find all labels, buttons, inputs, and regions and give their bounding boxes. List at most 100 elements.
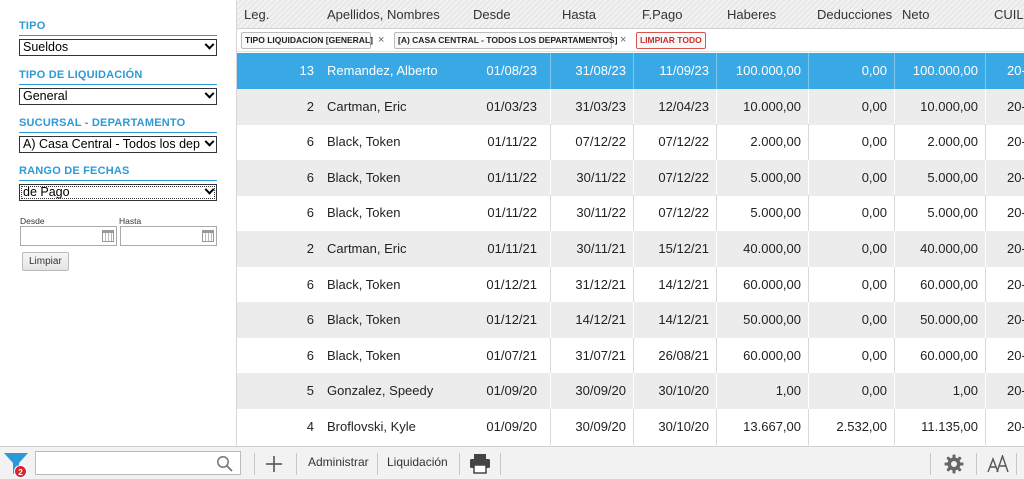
cell-name: Black, Token <box>327 134 401 150</box>
cell-leg: 6 <box>306 134 314 150</box>
date-to-label: Hasta <box>119 216 142 226</box>
tipo-liquidacion-select-value: General <box>23 89 68 103</box>
cell-haberes: 1,00 <box>775 383 801 399</box>
cell-fpago: 07/12/22 <box>658 169 709 185</box>
liquidacion-button[interactable]: Liquidación <box>387 455 448 469</box>
cell-name: Cartman, Eric <box>327 98 407 114</box>
cell-hasta: 30/11/21 <box>576 241 626 256</box>
cell-name: Broflovski, Kyle <box>327 419 416 434</box>
filter-toggle-button[interactable]: 2 <box>3 451 31 478</box>
table-row[interactable]: 5 Gonzalez, Speedy 01/09/20 30/09/20 30/10/2… <box>237 373 1024 410</box>
column-header-neto[interactable]: Neto <box>902 7 929 22</box>
cell-neto: 50.000,00 <box>920 312 978 328</box>
cell-deducciones: 0,00 <box>861 383 887 399</box>
column-separator <box>985 373 986 410</box>
close-icon[interactable]: × <box>620 34 626 46</box>
cell-desde: 01/03/23 <box>486 98 537 114</box>
column-header-desde[interactable]: Desde <box>473 7 511 22</box>
cell-name: Black, Token <box>327 205 401 221</box>
cell-haberes: 13.667,00 <box>743 419 801 434</box>
column-header-cuil[interactable]: CUIL <box>994 7 1024 22</box>
chevron-down-icon <box>204 185 215 195</box>
table-row[interactable]: 4 Broflovski, Kyle 01/09/20 30/09/20 30/10/2… <box>237 409 1024 445</box>
printer-icon[interactable] <box>469 453 491 474</box>
tipo-select[interactable]: Sueldos <box>19 39 217 56</box>
toolbar-separator <box>500 453 501 475</box>
cell-cuil: 20- <box>1007 419 1024 434</box>
sucursal-select[interactable]: A) Casa Central - Todos los dep <box>19 136 217 153</box>
column-separator <box>985 53 986 89</box>
cell-neto: 2.000,00 <box>927 134 978 150</box>
cell-haberes: 50.000,00 <box>743 312 801 328</box>
search-icon[interactable] <box>216 455 234 473</box>
column-separator <box>985 266 986 303</box>
cell-neto: 60.000,00 <box>920 347 978 363</box>
column-header-leg[interactable]: Leg. <box>244 7 269 22</box>
table-row[interactable]: 13 Remandez, Alberto 01/08/23 31/08/23 11/09… <box>237 53 1024 89</box>
column-header-hasta[interactable]: Hasta <box>562 7 596 22</box>
table-row[interactable]: 6 Black, Token 01/12/21 14/12/21 14/12/21 50.… <box>237 302 1024 339</box>
cell-hasta: 30/09/20 <box>575 383 626 399</box>
cell-name: Black, Token <box>327 276 401 292</box>
date-to-input[interactable] <box>120 226 217 246</box>
cell-cuil: 20- <box>1007 241 1024 256</box>
column-header-nombre[interactable]: Apellidos, Nombres <box>327 7 440 22</box>
cell-cuil: 20- <box>1007 98 1024 114</box>
column-header-fpago[interactable]: F.Pago <box>642 7 682 22</box>
table-row[interactable]: 6 Black, Token 01/11/22 30/11/22 07/12/22 5.0… <box>237 159 1024 196</box>
cell-name: Black, Token <box>327 347 401 363</box>
column-separator <box>985 88 986 125</box>
filter-title-rango-fechas: RANGO DE FECHAS <box>19 165 217 181</box>
tipo-select-value: Sueldos <box>23 40 69 54</box>
cell-neto: 60.000,00 <box>920 276 978 292</box>
cell-cuil: 20- <box>1007 383 1024 399</box>
column-header-haberes[interactable]: Haberes <box>727 7 776 22</box>
table-row[interactable]: 6 Black, Token 01/11/22 30/11/22 07/12/22 5.0… <box>237 195 1024 232</box>
cell-deducciones: 0,00 <box>861 347 887 363</box>
date-from-input[interactable] <box>20 226 117 246</box>
gear-icon[interactable] <box>944 454 964 474</box>
filter-tipo: TIPO Sueldos <box>19 20 217 56</box>
calendar-icon[interactable] <box>102 230 114 242</box>
cell-haberes: 2.000,00 <box>750 134 801 150</box>
cell-cuil: 20- <box>1007 312 1024 328</box>
cell-desde: 01/12/21 <box>486 312 537 328</box>
cell-cuil: 20- <box>1007 169 1024 185</box>
cell-hasta: 30/11/22 <box>576 169 626 185</box>
table-row[interactable]: 6 Black, Token 01/11/22 07/12/22 07/12/22 2.0… <box>237 124 1024 161</box>
filter-title-sucursal: SUCURSAL - DEPARTAMENTO <box>19 117 217 133</box>
calendar-icon[interactable] <box>202 230 214 242</box>
cell-desde: 01/11/22 <box>487 169 537 185</box>
administrar-button[interactable]: Administrar <box>308 455 369 469</box>
toolbar-separator <box>459 453 460 475</box>
cell-leg: 4 <box>306 419 314 434</box>
clear-filters-button[interactable]: Limpiar <box>22 252 69 271</box>
rango-fechas-select[interactable]: de Pago <box>19 184 217 201</box>
table-row[interactable]: 2 Cartman, Eric 01/11/21 30/11/21 15/12/21 40… <box>237 231 1024 267</box>
cell-desde: 01/09/20 <box>486 383 537 399</box>
tipo-liquidacion-select[interactable]: General <box>19 88 217 105</box>
close-icon[interactable]: × <box>378 34 384 46</box>
font-size-icon[interactable] <box>987 455 1009 473</box>
column-header-deducciones[interactable]: Deducciones <box>817 7 901 22</box>
table-row[interactable]: 6 Black, Token 01/07/21 31/07/21 26/08/21 60.… <box>237 337 1024 374</box>
cell-haberes: 5.000,00 <box>750 169 801 185</box>
plus-icon[interactable] <box>265 455 283 473</box>
bottom-toolbar: 2 Administrar Liquidación <box>0 446 1024 479</box>
cell-name: Gonzalez, Speedy <box>327 383 434 399</box>
search-input[interactable] <box>35 451 241 475</box>
cell-fpago: 14/12/21 <box>658 312 709 328</box>
cell-name: Black, Token <box>327 169 401 185</box>
toolbar-separator <box>254 453 255 475</box>
table-row[interactable]: 2 Cartman, Eric 01/03/23 31/03/23 12/04/23 10… <box>237 88 1024 125</box>
clear-all-filters-button[interactable]: LIMPIAR TODO <box>636 32 706 49</box>
cell-leg: 6 <box>306 169 314 185</box>
table-row[interactable]: 6 Black, Token 01/12/21 31/12/21 14/12/21 60.… <box>237 266 1024 303</box>
cell-hasta: 31/12/21 <box>575 276 626 292</box>
cell-deducciones: 0,00 <box>861 98 887 114</box>
toolbar-separator <box>296 453 297 475</box>
date-from-label: Desde <box>20 216 45 226</box>
cell-hasta: 30/11/22 <box>576 205 626 221</box>
filter-tipo-liquidacion: TIPO DE LIQUIDACIÓN General <box>19 69 217 105</box>
cell-haberes: 40.000,00 <box>743 241 801 256</box>
